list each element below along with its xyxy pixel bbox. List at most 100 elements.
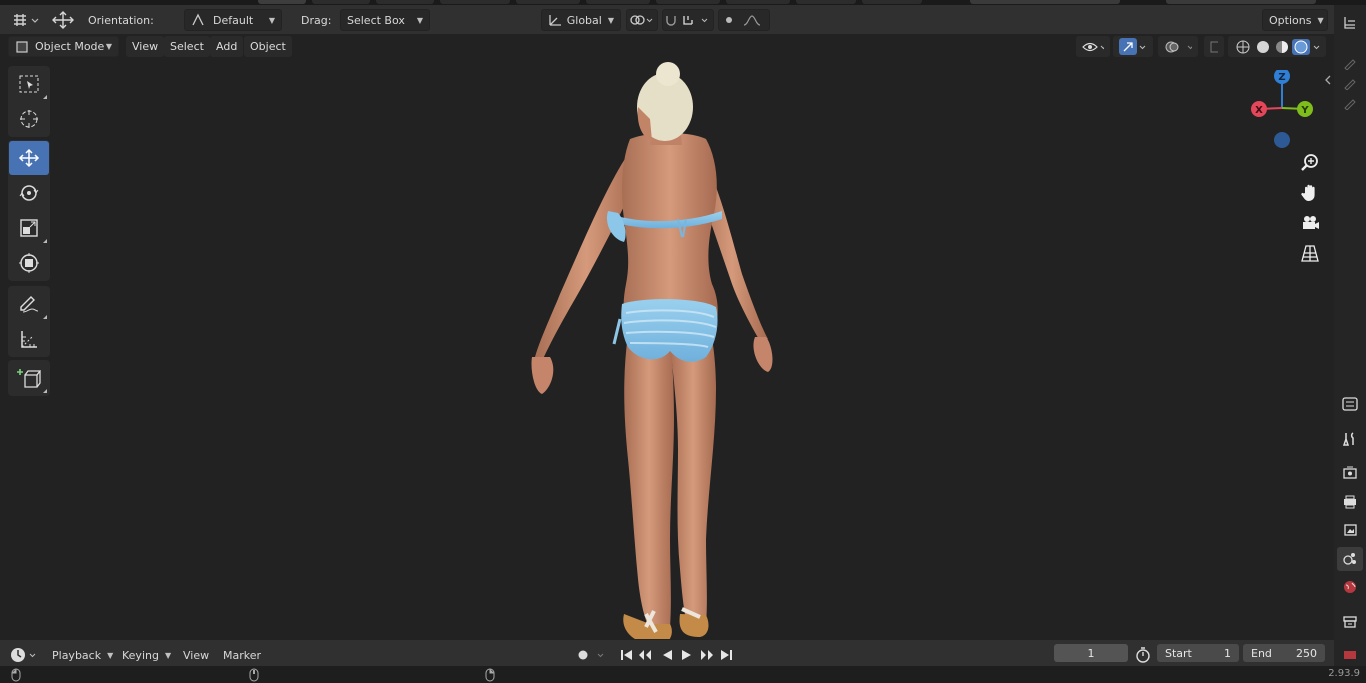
snap-controls[interactable] [662,9,714,31]
collection-box-icon [1343,616,1357,628]
current-frame-field[interactable]: 1 [1054,644,1128,662]
overlays-toggle[interactable] [1158,36,1198,57]
next-keyframe-icon[interactable] [701,650,713,660]
navigation-gizmo[interactable]: Z X Y [1248,70,1316,150]
drag-dropdown[interactable]: Select Box ▼ [340,9,430,31]
proportional-edit-controls[interactable] [718,9,770,31]
gizmo-x-label: X [1255,105,1263,116]
scale-tool[interactable] [9,211,49,245]
current-frame-value: 1 [1087,646,1095,660]
jump-start-icon[interactable] [621,650,632,660]
end-frame-field[interactable]: End 250 [1243,644,1325,662]
timeline-view-menu[interactable]: View [183,644,209,666]
shading-modes[interactable] [1228,36,1326,57]
scene-field[interactable] [970,0,1120,4]
workspace-tab[interactable] [862,0,922,4]
mode-dropdown[interactable]: Object Mode ▼ [8,36,119,57]
move-icon [18,148,40,168]
texture-properties-tab[interactable] [1337,645,1363,661]
camera-view-button[interactable] [1296,210,1324,236]
options-label: Options [1269,13,1312,27]
playback-menu[interactable]: Playback ▼ [46,644,116,666]
add-cube-tool[interactable] [9,361,49,395]
rotate-tool[interactable] [9,176,49,210]
orientation-dropdown[interactable]: Default ▼ [184,9,282,31]
chevron-down-icon: ▼ [416,15,423,25]
pan-button[interactable] [1296,180,1324,206]
world-globe-icon [1344,581,1356,593]
perspective-toggle-button[interactable] [1296,240,1324,266]
keying-menu[interactable]: Keying ▼ [116,644,174,666]
drag-value: Select Box [347,13,405,27]
xray-toggle[interactable] [1204,36,1224,57]
mouse-left-icon [11,668,21,682]
workspace-tab[interactable] [656,0,720,4]
workspace-tab-active[interactable] [258,0,306,4]
preview-range-toggle[interactable] [1134,644,1154,666]
properties-icon [1342,397,1358,411]
start-frame-field[interactable]: Start 1 [1157,644,1239,662]
scene-properties-tab[interactable] [1337,547,1363,571]
view-layer-properties-tab[interactable] [1337,518,1363,542]
cursor-tool[interactable] [9,102,49,136]
prev-keyframe-icon[interactable] [639,650,651,660]
timeline-editor-type-button[interactable] [8,644,40,666]
select-box-icon [19,75,39,93]
transform-pivot-button[interactable] [48,9,78,31]
zoom-button[interactable] [1296,150,1324,176]
printer-icon [1344,495,1356,509]
tool-properties-tab[interactable] [1337,427,1363,451]
object-menu[interactable]: Object [244,36,292,57]
record-icon [578,650,604,660]
options-dropdown[interactable]: Options ▼ [1262,9,1328,31]
collapse-sidebar-icon[interactable] [1322,74,1334,86]
select-menu[interactable]: Select [164,36,210,57]
auto-keying-toggle[interactable] [572,644,612,666]
orientation-icon [192,13,204,26]
character-model[interactable] [510,39,790,639]
orientation-label: Orientation: [88,13,154,27]
properties-tab-strip [1334,5,1366,668]
marker-menu[interactable]: Marker [223,644,261,666]
view-menu[interactable]: View [126,36,165,57]
editor-type-button[interactable] [8,9,42,31]
properties-editor-button[interactable] [1337,392,1363,416]
visibility-dropdown[interactable] [1076,36,1110,57]
workspace-tab[interactable] [312,0,370,4]
object-mode-icon [16,40,28,53]
render-properties-tab[interactable] [1337,461,1363,485]
play-reverse-icon[interactable] [663,650,672,660]
annotate-tool[interactable] [9,287,49,321]
workspace-tab[interactable] [726,0,790,4]
workspace-tab[interactable] [376,0,434,4]
gizmo-neg-z-icon[interactable] [1274,132,1290,148]
world-properties-tab[interactable] [1337,575,1363,599]
workspace-tab[interactable] [516,0,580,4]
move-tool[interactable] [9,141,49,175]
workspace-tab[interactable] [586,0,650,4]
measure-tool[interactable] [9,322,49,356]
play-icon[interactable] [682,650,691,660]
transform-space-dropdown[interactable]: Global ▼ [541,9,621,31]
collection-properties-tab[interactable] [1337,610,1363,634]
version-label: 2.93.9 [1328,668,1360,679]
end-label: End [1251,646,1272,660]
3d-viewport[interactable]: Object Mode ▼ View Select Add Object Z X… [0,34,1334,640]
outliner-editor-button[interactable] [1337,11,1363,35]
gizmo-toggle[interactable] [1113,36,1153,57]
select-box-tool[interactable] [9,67,49,101]
pin-icon-3[interactable] [1337,91,1363,115]
jump-end-icon[interactable] [721,650,732,660]
transform-tool[interactable] [9,246,49,280]
pivot-point-dropdown[interactable] [626,9,658,31]
view-layer-field[interactable] [1166,0,1316,4]
tool-shelf-group-2 [8,140,50,281]
workspace-tab[interactable] [440,0,510,4]
chevron-down-icon: ▼ [107,650,114,660]
snap-magnet-icon [666,16,708,26]
global-axes-icon [549,15,561,26]
add-menu[interactable]: Add [210,36,244,57]
grid-perspective-icon [1301,245,1319,262]
output-properties-tab[interactable] [1337,490,1363,514]
workspace-tab[interactable] [796,0,856,4]
